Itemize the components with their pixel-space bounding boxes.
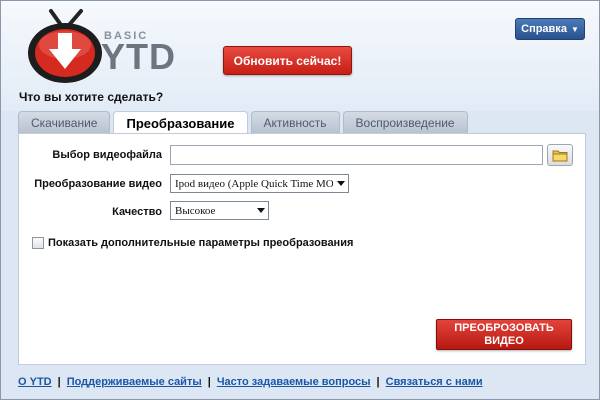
tab-download[interactable]: Скачивание: [18, 111, 111, 133]
tab-playback[interactable]: Воспроизведение: [342, 111, 468, 133]
chevron-down-icon: [257, 208, 265, 213]
help-label: Справка: [521, 23, 567, 35]
quality-label: Качество: [112, 206, 162, 218]
about-ytd-link[interactable]: О YTD: [18, 376, 52, 388]
advanced-options-checkbox[interactable]: [32, 237, 44, 249]
browse-folder-button[interactable]: [547, 144, 573, 166]
question-heading: Что вы хотите сделать?: [19, 90, 164, 104]
convert-video-button[interactable]: ПРЕОБРОЗОВАТЬ ВИДЕО: [436, 319, 572, 350]
video-convert-label: Преобразование видео: [34, 178, 162, 190]
contact-us-link[interactable]: Связаться с нами: [386, 376, 483, 388]
supported-sites-link[interactable]: Поддерживаемые сайты: [67, 376, 202, 388]
app-window: BASIC YTD Обновить сейчас! Справка ▼ Что…: [0, 0, 600, 400]
file-select-label: Выбор видеофайла: [52, 149, 162, 161]
tab-bar: Скачивание Преобразование Активность Вос…: [18, 111, 468, 134]
video-file-input[interactable]: [170, 145, 543, 165]
advanced-options-row: Показать дополнительные параметры преобр…: [32, 237, 353, 249]
video-format-select[interactable]: Ipod видео (Apple Quick Time MOV): [170, 174, 349, 193]
convert-panel: Выбор видеофайла Преобразование видео Ip…: [18, 133, 586, 365]
tv-download-logo-icon: [28, 9, 102, 83]
quality-value: Высокое: [175, 204, 216, 217]
tab-convert[interactable]: Преобразование: [113, 111, 248, 134]
help-menu-button[interactable]: Справка ▼: [515, 18, 585, 40]
chevron-down-icon: [337, 181, 345, 186]
tab-activity[interactable]: Активность: [250, 111, 340, 133]
folder-icon: [552, 150, 568, 161]
footer-separator: |: [207, 376, 211, 388]
quality-select[interactable]: Высокое: [170, 201, 269, 220]
advanced-options-label[interactable]: Показать дополнительные параметры преобр…: [48, 237, 353, 249]
video-format-value: Ipod видео (Apple Quick Time MOV): [175, 177, 346, 190]
brand-ytd-text: YTD: [101, 36, 176, 77]
chevron-down-icon: ▼: [570, 24, 579, 34]
footer-separator: |: [376, 376, 380, 388]
footer-separator: |: [57, 376, 61, 388]
update-now-button[interactable]: Обновить сейчас!: [223, 46, 352, 75]
footer-links: О YTD | Поддерживаемые сайты | Часто зад…: [18, 376, 483, 388]
faq-link[interactable]: Часто задаваемые вопросы: [217, 376, 371, 388]
